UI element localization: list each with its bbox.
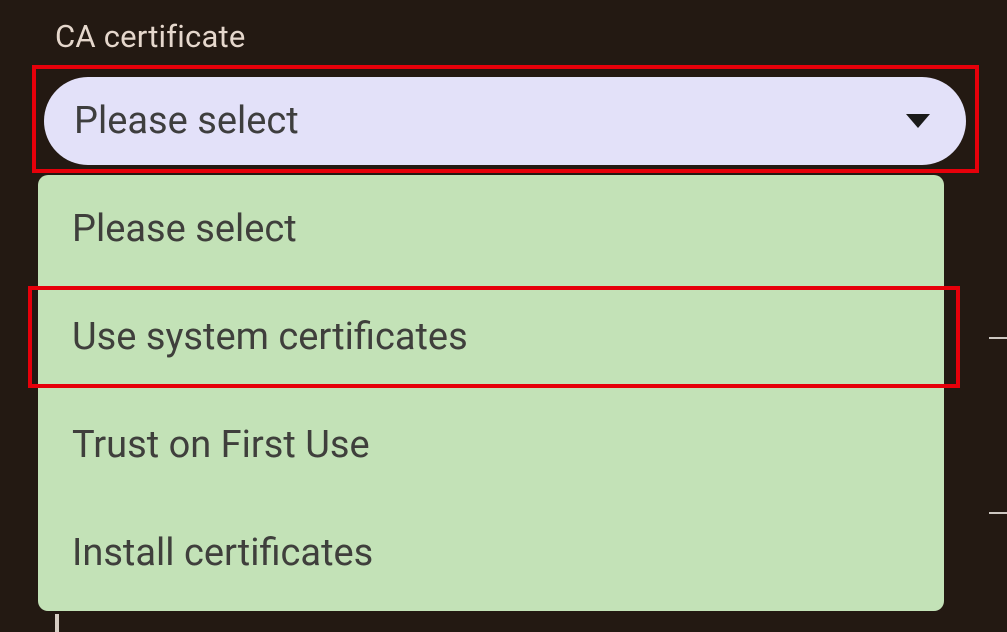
option-use-system-certificates[interactable]: Use system certificates xyxy=(38,283,944,391)
option-label: Trust on First Use xyxy=(72,423,370,467)
text-caret xyxy=(55,614,59,632)
ca-certificate-dropdown: Please select Use system certificates Tr… xyxy=(38,175,944,611)
ca-certificate-label: CA certificate xyxy=(55,18,245,55)
divider-line xyxy=(989,337,1007,339)
option-label: Install certificates xyxy=(72,531,373,575)
option-install-certificates[interactable]: Install certificates xyxy=(38,499,944,607)
ca-certificate-select[interactable]: Please select xyxy=(44,77,966,165)
option-trust-on-first-use[interactable]: Trust on First Use xyxy=(38,391,944,499)
chevron-down-icon xyxy=(906,114,930,128)
divider-line xyxy=(989,512,1007,514)
ca-certificate-select-value: Please select xyxy=(74,99,906,143)
option-label: Use system certificates xyxy=(72,315,468,359)
option-please-select[interactable]: Please select xyxy=(38,175,944,283)
option-label: Please select xyxy=(72,207,297,251)
